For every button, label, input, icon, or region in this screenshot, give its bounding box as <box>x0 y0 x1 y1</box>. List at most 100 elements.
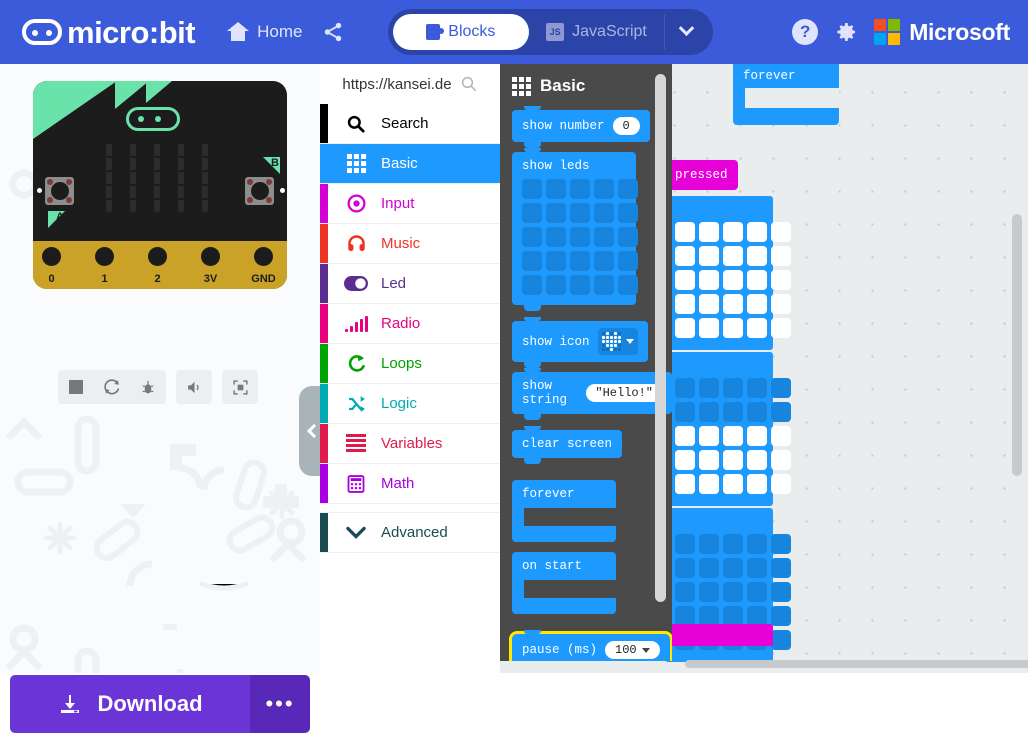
led-toggle-cell[interactable] <box>618 275 638 295</box>
sim-pin-3V[interactable]: 3V <box>194 241 227 289</box>
led-toggle-cell[interactable] <box>723 294 743 314</box>
led-toggle-cell[interactable] <box>522 179 542 199</box>
sim-button-b[interactable] <box>245 177 274 205</box>
sidebar-item-search[interactable]: Search <box>320 104 500 144</box>
microsoft-logo[interactable]: Microsoft <box>874 19 1010 46</box>
sim-pin-1[interactable]: 1 <box>88 241 121 289</box>
led-toggle-cell[interactable] <box>771 582 791 602</box>
led-toggle-cell[interactable] <box>594 203 614 223</box>
led-toggle-cell[interactable] <box>723 606 743 626</box>
sidebar-item-led[interactable]: Led <box>320 264 500 304</box>
led-toggle-cell[interactable] <box>747 450 767 470</box>
led-toggle-cell[interactable] <box>594 275 614 295</box>
led-toggle-cell[interactable] <box>747 294 767 314</box>
led-toggle-cell[interactable] <box>771 222 791 242</box>
led-toggle-cell[interactable] <box>747 270 767 290</box>
led-toggle-cell[interactable] <box>546 179 566 199</box>
flyout-show-string-block[interactable]: show string "Hello!" <box>512 368 672 420</box>
flyout-show-leds-block[interactable]: show leds <box>512 148 638 311</box>
led-toggle-cell[interactable] <box>771 294 791 314</box>
workspace-show-leds-stack[interactable] <box>665 196 791 664</box>
sidebar-item-math[interactable]: Math <box>320 464 500 504</box>
led-toggle-cell[interactable] <box>723 474 743 494</box>
led-toggle-cell[interactable] <box>546 275 566 295</box>
led-toggle-cell[interactable] <box>699 222 719 242</box>
led-toggle-cell[interactable] <box>594 251 614 271</box>
flyout-pause-block[interactable]: pause (ms) 100 <box>509 630 672 661</box>
sidebar-item-music[interactable]: Music <box>320 224 500 264</box>
led-toggle-cell[interactable] <box>747 426 767 446</box>
stop-button[interactable] <box>58 370 94 404</box>
led-toggle-cell[interactable] <box>771 474 791 494</box>
sidebar-item-variables[interactable]: Variables <box>320 424 500 464</box>
led-toggle-cell[interactable] <box>771 318 791 338</box>
sidebar-item-logic[interactable]: Logic <box>320 384 500 424</box>
led-toggle-cell[interactable] <box>570 275 590 295</box>
led-toggle-cell[interactable] <box>675 582 695 602</box>
microbit-logo[interactable]: micro:bit <box>22 17 196 48</box>
home-button[interactable]: Home <box>217 16 312 48</box>
led-toggle-cell[interactable] <box>747 402 767 422</box>
flyout-on-start-block[interactable]: on start <box>512 552 616 614</box>
led-toggle-cell[interactable] <box>699 606 719 626</box>
show-number-value[interactable]: 0 <box>612 117 640 135</box>
led-toggle-cell[interactable] <box>699 246 719 266</box>
led-toggle-cell[interactable] <box>747 474 767 494</box>
workspace-magenta-block[interactable] <box>665 624 773 646</box>
led-toggle-cell[interactable] <box>771 606 791 626</box>
led-toggle-cell[interactable] <box>618 251 638 271</box>
microbit-board[interactable]: A B 0 1 2 3V GND <box>33 81 287 289</box>
led-toggle-cell[interactable] <box>522 251 542 271</box>
led-toggle-cell[interactable] <box>522 227 542 247</box>
led-toggle-cell[interactable] <box>771 246 791 266</box>
led-toggle-cell[interactable] <box>771 402 791 422</box>
fullscreen-button[interactable] <box>222 370 258 404</box>
show-icon-dropdown[interactable] <box>597 328 638 355</box>
download-button[interactable]: Download <box>10 675 250 733</box>
led-toggle-cell[interactable] <box>570 203 590 223</box>
workspace-led-grid[interactable] <box>665 352 791 506</box>
sidebar-item-loops[interactable]: Loops <box>320 344 500 384</box>
toolbox-search-row[interactable]: https://kansei.de <box>320 64 500 104</box>
led-toggle-cell[interactable] <box>723 426 743 446</box>
led-toggle-cell[interactable] <box>699 402 719 422</box>
led-toggle-cell[interactable] <box>675 402 695 422</box>
led-toggle-cell[interactable] <box>594 179 614 199</box>
show-leds-grid[interactable] <box>512 175 638 305</box>
led-toggle-cell[interactable] <box>675 246 695 266</box>
led-toggle-cell[interactable] <box>675 318 695 338</box>
collapse-simulator-button[interactable] <box>299 386 320 476</box>
workspace-vertical-scrollbar[interactable] <box>1012 214 1022 476</box>
led-toggle-cell[interactable] <box>570 227 590 247</box>
led-toggle-cell[interactable] <box>675 270 695 290</box>
led-toggle-cell[interactable] <box>699 378 719 398</box>
sidebar-item-basic[interactable]: Basic <box>320 144 500 184</box>
restart-button[interactable] <box>94 370 130 404</box>
led-toggle-cell[interactable] <box>771 630 791 650</box>
workspace-forever-block[interactable]: forever <box>733 64 839 125</box>
led-toggle-cell[interactable] <box>747 606 767 626</box>
sim-button-a[interactable] <box>45 177 74 205</box>
led-toggle-cell[interactable] <box>747 558 767 578</box>
flyout-clear-screen-block[interactable]: clear screen <box>512 426 623 464</box>
pause-value-dropdown[interactable]: 100 <box>605 641 660 659</box>
led-toggle-cell[interactable] <box>747 246 767 266</box>
led-toggle-cell[interactable] <box>522 203 542 223</box>
help-button[interactable]: ? <box>792 19 819 45</box>
led-toggle-cell[interactable] <box>747 318 767 338</box>
led-toggle-cell[interactable] <box>675 294 695 314</box>
led-toggle-cell[interactable] <box>771 270 791 290</box>
led-toggle-cell[interactable] <box>723 378 743 398</box>
led-toggle-cell[interactable] <box>675 426 695 446</box>
led-toggle-cell[interactable] <box>723 558 743 578</box>
led-toggle-cell[interactable] <box>771 450 791 470</box>
sidebar-item-radio[interactable]: Radio <box>320 304 500 344</box>
sidebar-item-advanced[interactable]: Advanced <box>320 513 500 553</box>
led-toggle-cell[interactable] <box>699 534 719 554</box>
led-toggle-cell[interactable] <box>771 378 791 398</box>
led-toggle-cell[interactable] <box>699 474 719 494</box>
sim-pin-0[interactable]: 0 <box>35 241 68 289</box>
led-toggle-cell[interactable] <box>723 246 743 266</box>
simulator-led-matrix[interactable] <box>106 144 208 214</box>
flyout-show-number-block[interactable]: show number 0 <box>512 106 650 148</box>
